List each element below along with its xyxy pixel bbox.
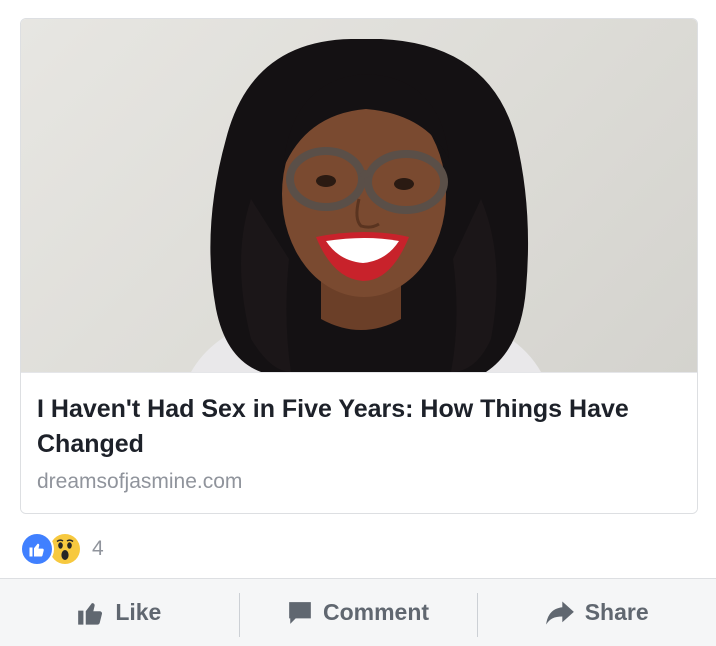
comment-button[interactable]: Comment xyxy=(238,579,478,646)
portrait-illustration xyxy=(191,39,541,372)
like-label: Like xyxy=(115,599,162,625)
link-preview-text[interactable]: I Haven't Had Sex in Five Years: How Thi… xyxy=(21,372,697,513)
share-button[interactable]: Share xyxy=(477,579,716,646)
feed-post: I Haven't Had Sex in Five Years: How Thi… xyxy=(0,0,716,646)
link-preview-image[interactable] xyxy=(21,19,697,372)
reactions-summary[interactable]: 4 xyxy=(20,532,104,566)
share-arrow-icon xyxy=(545,600,575,626)
thumbs-up-icon xyxy=(77,599,105,627)
like-button[interactable]: Like xyxy=(0,579,239,646)
post-action-bar: Like Comment Share xyxy=(0,578,716,646)
link-domain: dreamsofjasmine.com xyxy=(37,470,243,493)
comment-label: Comment xyxy=(322,599,430,625)
link-preview-card[interactable]: I Haven't Had Sex in Five Years: How Thi… xyxy=(20,18,698,514)
reaction-count: 4 xyxy=(92,537,104,560)
link-headline[interactable]: I Haven't Had Sex in Five Years: How Thi… xyxy=(37,392,677,462)
comment-icon xyxy=(287,600,313,626)
share-label: Share xyxy=(584,599,649,625)
like-icon xyxy=(20,532,54,566)
